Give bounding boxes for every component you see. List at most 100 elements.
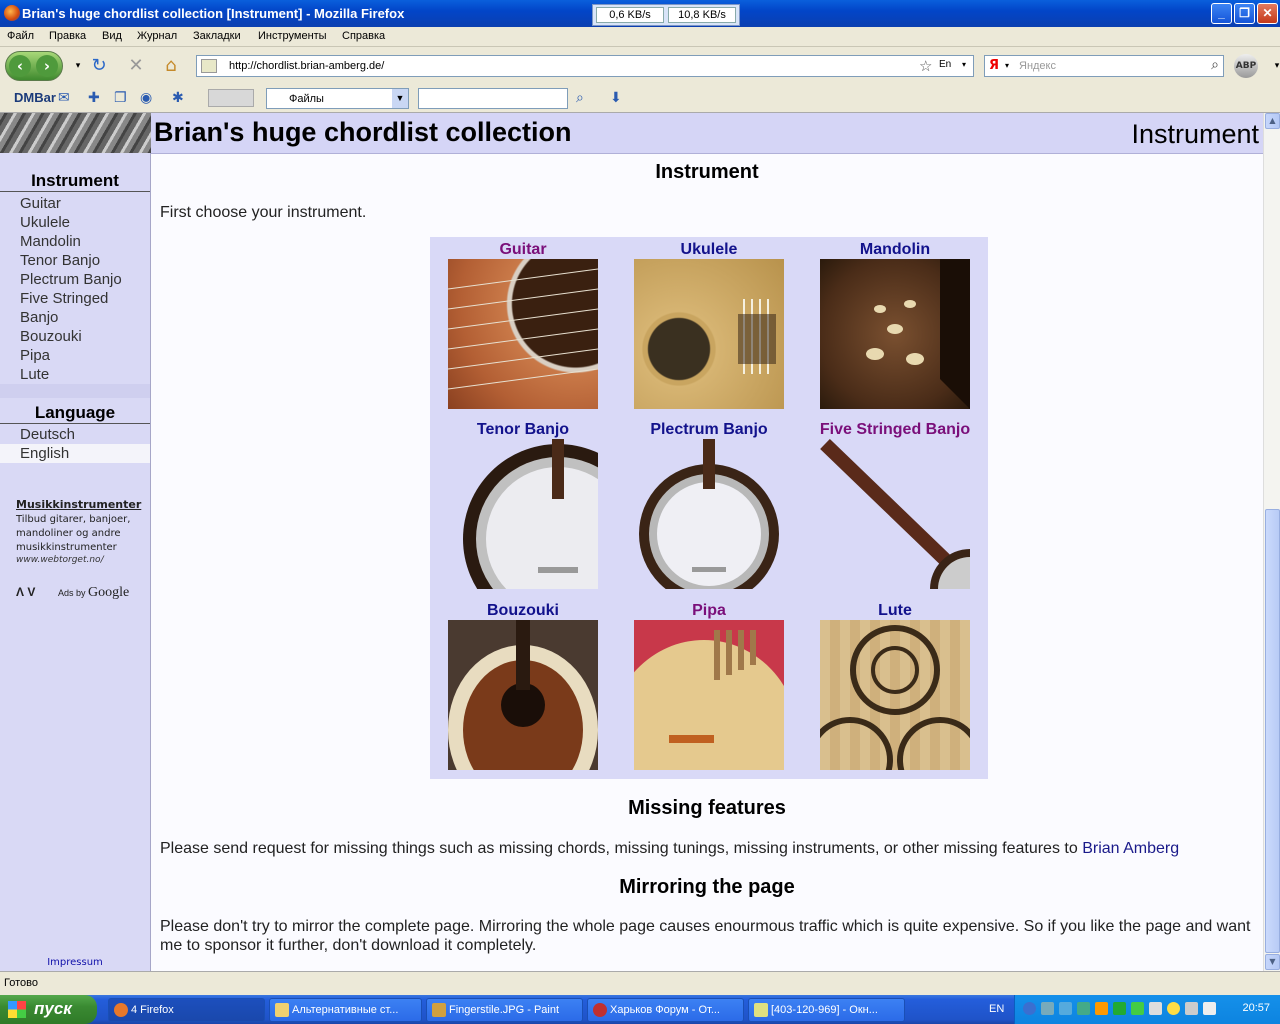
keyboard-layout[interactable]: EN [989, 1003, 1004, 1015]
tray-app5-icon[interactable] [1149, 1002, 1162, 1015]
instrument-link[interactable]: Tenor Banjo [430, 421, 616, 439]
dm-add-icon[interactable]: ✚ [88, 90, 100, 106]
instrument-card-guitar[interactable]: Guitar [430, 237, 616, 417]
window-titlebar[interactable]: Brian's huge chordlist collection [Instr… [0, 0, 1280, 27]
taskbar-item-opera[interactable]: Харьков Форум - От... [587, 998, 744, 1022]
sidebar-item-deutsch[interactable]: Deutsch [0, 425, 150, 444]
instrument-card-mandolin[interactable]: Mandolin [802, 237, 988, 417]
search-placeholder[interactable]: Яндекс [1019, 60, 1056, 72]
sidebar-item-ukulele[interactable]: Ukulele [0, 213, 150, 232]
instrument-link[interactable]: Bouzouki [430, 602, 616, 620]
menu-help[interactable]: Справка [342, 30, 385, 42]
scroll-up-icon[interactable]: ▲ [1265, 113, 1280, 129]
url-bar[interactable]: http://chordlist.brian-amberg.de/ ☆ En ▾ [196, 55, 974, 77]
dm-tools-icon[interactable]: ✱ [172, 90, 184, 106]
tray-safely-remove-icon[interactable] [1185, 1002, 1198, 1015]
file-type-value[interactable]: Файлы [289, 93, 324, 105]
tray-network2-icon[interactable] [1059, 1002, 1072, 1015]
instrument-link[interactable]: Plectrum Banjo [616, 421, 802, 439]
lute-image[interactable] [820, 620, 970, 770]
start-button[interactable]: пуск [0, 995, 97, 1024]
sidebar-item-banjo[interactable]: Banjo [0, 308, 150, 327]
menu-bookmarks[interactable]: Закладки [193, 30, 241, 42]
ukulele-image[interactable] [634, 259, 784, 409]
sidebar-item-english[interactable]: English [0, 444, 150, 463]
search-icon[interactable]: ⌕ [1211, 57, 1219, 73]
ad-nav-arrows[interactable]: Λ V [16, 585, 35, 599]
instrument-card-lute[interactable]: Lute [802, 598, 988, 778]
search-engine-dropdown-icon[interactable]: ▾ [1005, 61, 1009, 70]
history-dropdown-icon[interactable]: ▾ [67, 55, 89, 77]
tray-network-icon[interactable] [1041, 1002, 1054, 1015]
sidebar-item-mandolin[interactable]: Mandolin [0, 232, 150, 251]
dm-globe-icon[interactable]: ◉ [140, 90, 152, 106]
menu-history[interactable]: Журнал [137, 30, 177, 42]
ad-heading[interactable]: Musikkinstrumenter [16, 498, 141, 511]
tray-app2-icon[interactable] [1095, 1002, 1108, 1015]
chevron-down-icon[interactable]: ▼ [392, 89, 408, 108]
ad-url[interactable]: www.webtorget.no/ [16, 555, 140, 565]
home-icon[interactable]: ⌂ [160, 55, 182, 77]
tray-app6-icon[interactable] [1167, 1002, 1180, 1015]
taskbar-item-icq[interactable]: [403-120-969] - Окн... [748, 998, 905, 1022]
sidebar-item-pipa[interactable]: Pipa [0, 346, 150, 365]
impressum-link[interactable]: Impressum [0, 957, 150, 968]
sidebar-item-five-stringed[interactable]: Five Stringed [0, 289, 150, 308]
tray-app3-icon[interactable] [1113, 1002, 1126, 1015]
dm-hand-icon[interactable] [208, 89, 254, 107]
instrument-link[interactable]: Mandolin [802, 241, 988, 259]
dm-windows-icon[interactable]: ❐ [114, 90, 127, 106]
instrument-card-tenor-banjo[interactable]: Tenor Banjo [430, 417, 616, 597]
ads-by-google[interactable]: Ads by Google [58, 585, 129, 601]
instrument-card-ukulele[interactable]: Ukulele [616, 237, 802, 417]
taskbar-item-folder[interactable]: Альтернативные ст... [269, 998, 422, 1022]
taskbar-item-firefox[interactable]: 4 Firefox [108, 998, 265, 1022]
clock[interactable]: 20:57 [1242, 1002, 1270, 1014]
dmbar-logo[interactable]: DMBar [14, 90, 56, 105]
pipa-image[interactable] [634, 620, 784, 770]
dm-envelope-icon[interactable]: ✉ [58, 90, 70, 106]
file-type-select[interactable]: Файлы ▼ [266, 88, 409, 109]
plectrum-banjo-image[interactable] [634, 439, 784, 589]
vertical-scrollbar[interactable]: ▲ ▼ [1263, 113, 1280, 971]
tray-volume-icon[interactable] [1203, 1002, 1216, 1015]
taskbar-item-paint[interactable]: Fingerstile.JPG - Paint [426, 998, 583, 1022]
menu-file[interactable]: Файл [7, 30, 34, 42]
instrument-link[interactable]: Pipa [616, 602, 802, 620]
stop-icon[interactable]: ✕ [125, 55, 147, 77]
sidebar-item-lute[interactable]: Lute [0, 365, 150, 384]
instrument-card-plectrum-banjo[interactable]: Plectrum Banjo [616, 417, 802, 597]
tray-chevron-icon[interactable] [1023, 1002, 1036, 1015]
back-button[interactable]: ‹ [9, 55, 31, 77]
menu-tools[interactable]: Инструменты [258, 30, 327, 42]
dm-search-input[interactable] [418, 88, 568, 109]
scroll-down-icon[interactable]: ▼ [1265, 954, 1280, 970]
close-button[interactable]: ✕ [1257, 3, 1278, 24]
dm-search-icon[interactable]: ⌕ [576, 90, 584, 106]
minimize-button[interactable]: _ [1211, 3, 1232, 24]
instrument-card-bouzouki[interactable]: Bouzouki [430, 598, 616, 778]
ad-block[interactable]: Musikkinstrumenter Tilbud gitarer, banjo… [16, 498, 141, 565]
search-box[interactable]: Я ▾ Яндекс ⌕ [984, 55, 1224, 77]
tray-app4-icon[interactable] [1131, 1002, 1144, 1015]
mandolin-image[interactable] [820, 259, 970, 409]
five-stringed-banjo-image[interactable] [820, 439, 970, 589]
site-identity-icon[interactable] [201, 59, 217, 73]
ad-text[interactable]: Tilbud gitarer, banjoer, mandoliner og a… [16, 513, 140, 555]
tenor-banjo-image[interactable] [448, 439, 598, 589]
forward-button[interactable]: › [36, 55, 58, 77]
instrument-card-five-stringed-banjo[interactable]: Five Stringed Banjo [802, 417, 988, 597]
sidebar-item-guitar[interactable]: Guitar [0, 194, 150, 213]
url-text[interactable]: http://chordlist.brian-amberg.de/ [229, 60, 384, 72]
bouzouki-image[interactable] [448, 620, 598, 770]
guitar-image[interactable] [448, 259, 598, 409]
instrument-link[interactable]: Lute [802, 602, 988, 620]
menu-view[interactable]: Вид [102, 30, 122, 42]
instrument-link[interactable]: Guitar [430, 241, 616, 259]
yandex-icon[interactable]: Я [989, 58, 999, 73]
bookmark-star-icon[interactable]: ☆ [919, 57, 932, 75]
menu-edit[interactable]: Правка [49, 30, 86, 42]
tray-app-icon[interactable] [1077, 1002, 1090, 1015]
sidebar-item-bouzouki[interactable]: Bouzouki [0, 327, 150, 346]
maximize-button[interactable]: ❐ [1234, 3, 1255, 24]
